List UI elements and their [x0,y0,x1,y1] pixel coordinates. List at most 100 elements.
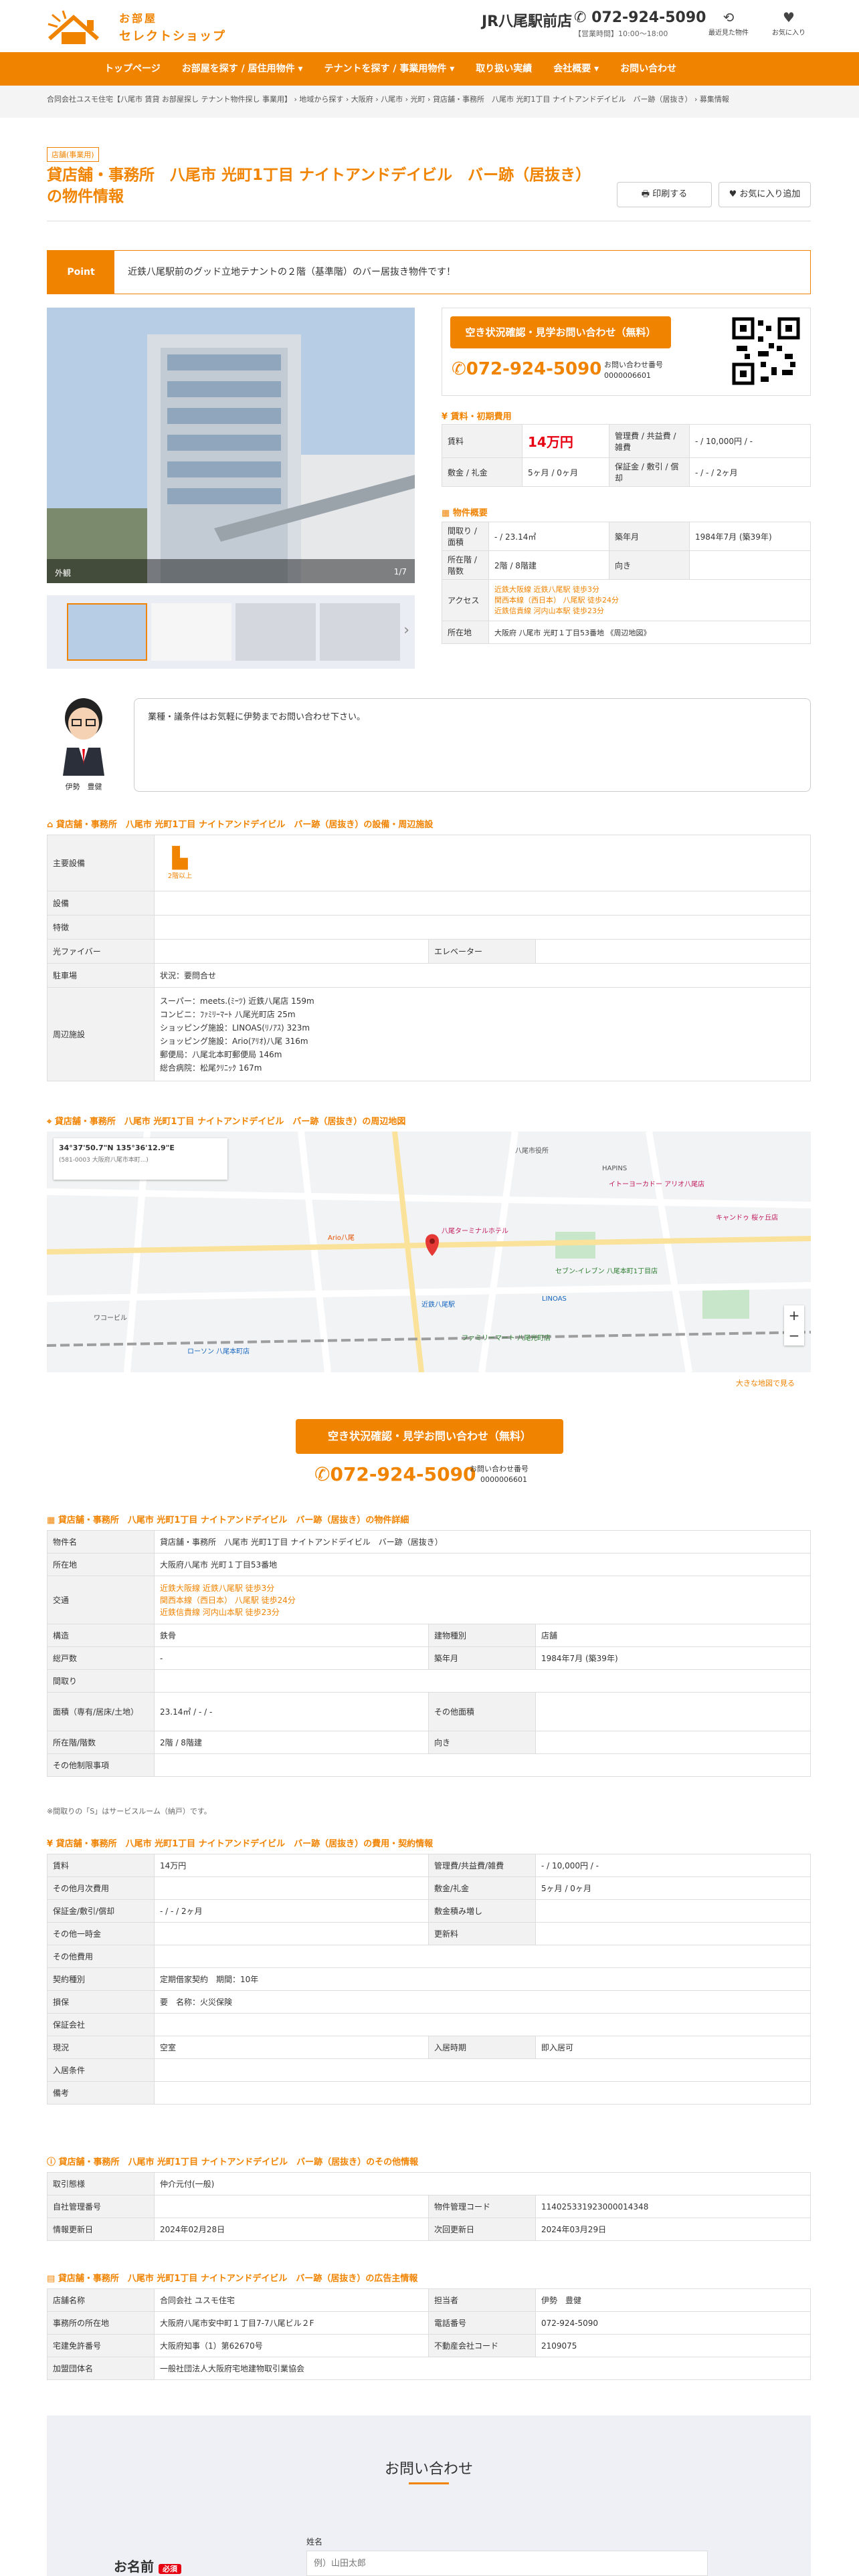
table-cell: 仲介元付(一般) [154,2172,811,2195]
table-cell: その他面積 [428,1692,536,1731]
table-cell: 次回更新日 [428,2218,536,2241]
header-phone[interactable]: ✆ 072-924-5090 [574,9,706,26]
table-row: 自社管理番号 物件管理コード 114025331923000014348 [47,2195,811,2218]
site-logo[interactable]: お部屋 セレクトショップ [47,5,254,47]
table-cell: 面積（専有/居床/土地） [47,1692,155,1731]
floor-icon: ▙ 2階以上 [167,846,193,880]
cta2-phone[interactable]: ✆072-924-5090 [314,1463,476,1485]
table-cell: 状況：要問合せ [154,963,811,988]
table-cell: - / - / 2ヶ月 [689,457,811,487]
recent-viewed-button[interactable]: ⟲ 最近見た物件 [705,9,752,37]
title-underline [409,2482,449,2484]
other-table: 取引態様 仲介元付(一般) 自社管理番号 物件管理コード 114025331923000… [47,2172,811,2241]
table-cell: 宅建免許番号 [47,2334,155,2357]
table-cell [535,1899,811,1923]
store-name: JR八尾駅前店 [482,13,573,30]
table-cell: 5ヶ月 / 0ヶ月 [522,457,609,487]
photo-caption: 外観 [55,568,72,578]
table-cell: 管理費 / 共益費 / 雑費 [609,424,690,458]
print-button[interactable]: 🖶 印刷する [617,182,712,207]
map-zoom-control[interactable]: + − [784,1305,804,1346]
table-cell: 大阪府八尾市安中町１丁目7-7八尾ビル２F [154,2311,429,2335]
list-item: コンビニ：ﾌｧﾐﾘｰﾏｰﾄ 八尾光町店 25m [160,1009,296,1019]
thumbnail[interactable] [151,603,231,661]
access-line[interactable]: 近鉄大阪線 近鉄八尾駅 徒歩3分 [160,1582,805,1594]
cta2-phone-number: 072-924-5090 [330,1463,476,1485]
table-row: 情報更新日 2024年02月28日 次回更新日 2024年03月29日 [47,2218,811,2241]
table-cell: 伊勢 豊健 [535,2288,811,2312]
name-input[interactable] [306,2551,708,2576]
detail-note: ※間取りの「S」はサービスルーム（納戸）です。 [47,1807,211,1816]
nav-tenant[interactable]: テナントを探す / 事業用物件 ▾ [314,52,466,86]
table-cell: 設備 [47,891,155,916]
map-label: 近鉄八尾駅 [421,1301,455,1309]
table-cell: 23.14㎡ / - / - [154,1692,429,1731]
table-cell: 損保 [47,1990,155,2014]
yen-icon: ¥ [442,412,451,422]
table-row: 入居条件 [47,2058,811,2082]
inquiry-button-2[interactable]: 空き状況確認・見学お問い合わせ（無料） [296,1419,563,1454]
map-coords: 34°37'50.7"N 135°36'12.9"E [59,1144,175,1152]
zoom-out-icon[interactable]: − [784,1325,804,1346]
nav-contact[interactable]: お問い合わせ [609,52,687,86]
table-cell [154,1753,811,1777]
staff-illustration [63,698,104,776]
business-hours: 【営業時間】10:00〜18:00 [574,29,668,38]
table-cell: 5ヶ月 / 0ヶ月 [535,1876,811,1900]
nav-residential[interactable]: お部屋を探す / 居住用物件 ▾ [171,52,314,86]
table-cell [535,1922,811,1945]
fee-title: 賃料・初期費用 [450,412,512,422]
table-row: 保証金/敷引/償却 - / - / 2ヶ月 敷金積み増し [47,1899,811,1923]
table-cell: 入居条件 [47,2058,155,2082]
zoom-in-icon[interactable]: + [784,1305,804,1325]
staff-message: 業種・議条件はお気軽に伊勢までお問い合わせ下さい。 [148,712,366,722]
table-row: その他費用 [47,1945,811,1968]
address-value[interactable]: 大阪府 八尾市 光町１丁目53番地 《周辺地図》 [488,621,811,644]
fee-table: 賃料 14万円 管理費 / 共益費 / 雑費 - / 10,000円 / - 敷金 /… [442,424,811,487]
point-label: Point [47,251,114,294]
nav-results[interactable]: 取り扱い実績 [465,52,543,86]
table-cell: 備考 [47,2081,155,2105]
cta2-id: 0000006601 [480,1475,527,1484]
surrounding-map[interactable]: 34°37'50.7"N 135°36'12.9"E (581-0003 大阪府… [47,1132,811,1372]
thumbnail[interactable] [67,603,147,661]
access-list-2: 近鉄大阪線 近鉄八尾駅 徒歩3分 関西本線（西日本） 八尾駅 徒歩24分 近鉄信貴線… [154,1576,811,1624]
table-row: 店舗名称 合同会社 ユスモ住宅 担当者 伊勢 豊健 [47,2288,811,2312]
table-cell: 敷金 / 礼金 [442,457,522,487]
cta-phone[interactable]: ✆072-924-5090 [452,359,601,379]
add-favorite-button[interactable]: ♥ お気に入り追加 [719,182,811,207]
access-list: 近鉄大阪線 近鉄八尾駅 徒歩3分 関西本線（西日本） 八尾駅 徒歩24分 近鉄信貴線… [488,579,811,621]
heart-icon: ♥ [783,9,795,25]
table-cell: 総戸数 [47,1646,155,1670]
favorites-button[interactable]: ♥ お気に入り [765,9,812,37]
table-cell: 一般社団法人大阪府宅地建物取引業協会 [154,2357,811,2380]
thumbnail[interactable] [320,603,400,661]
nav-company[interactable]: 会社概要 ▾ [543,52,609,86]
access-line[interactable]: 関西本線（西日本） 八尾駅 徒歩24分 [494,595,805,606]
table-cell: その他制限事項 [47,1753,155,1777]
main-photo[interactable]: 外観 1/7 [47,308,415,583]
inquiry-button[interactable]: 空き状況確認・見学お問い合わせ（無料） [450,316,671,348]
table-cell: 電話番号 [428,2311,536,2335]
thumbnail[interactable] [235,603,316,661]
access-line[interactable]: 関西本線（西日本） 八尾駅 徒歩24分 [160,1594,805,1606]
ad-title: ▤ 貸店舗・事務所 八尾市 光町1丁目 ナイトアンドデイビル バー跡（居抜き）の… [47,2271,417,2284]
larger-map-link[interactable]: 大きな地図で見る [736,1378,795,1388]
next-thumb-arrow-icon[interactable]: › [403,622,409,639]
table-cell: 築年月 [609,522,690,551]
table-row: 備考 [47,2081,811,2105]
table-row: 加盟団体名 一般社団法人大阪府宅地建物取引業協会 [47,2357,811,2380]
access-line[interactable]: 近鉄大阪線 近鉄八尾駅 徒歩3分 [494,584,805,595]
access-line[interactable]: 近鉄信貴線 河内山本駅 徒歩23分 [494,606,805,617]
nav-top[interactable]: トップページ [94,52,171,86]
table-cell: 114025331923000014348 [535,2195,811,2218]
table-cell: 店舗 [535,1624,811,1647]
breadcrumb[interactable]: 合同会社ユスモ住宅【八尾市 賃貸 お部屋探し テナント物件探し 事業用】 › 地… [47,94,729,104]
header-phone-number: 072-924-5090 [591,9,706,26]
fee-section-title: ¥ 賃料・初期費用 [442,409,512,422]
table-cell [154,1945,811,1968]
access-line[interactable]: 近鉄信貴線 河内山本駅 徒歩23分 [160,1606,805,1618]
table-cell: 構造 [47,1624,155,1647]
table-cell: 事務所の所在地 [47,2311,155,2335]
table-cell: - / 10,000円 / - [535,1854,811,1877]
